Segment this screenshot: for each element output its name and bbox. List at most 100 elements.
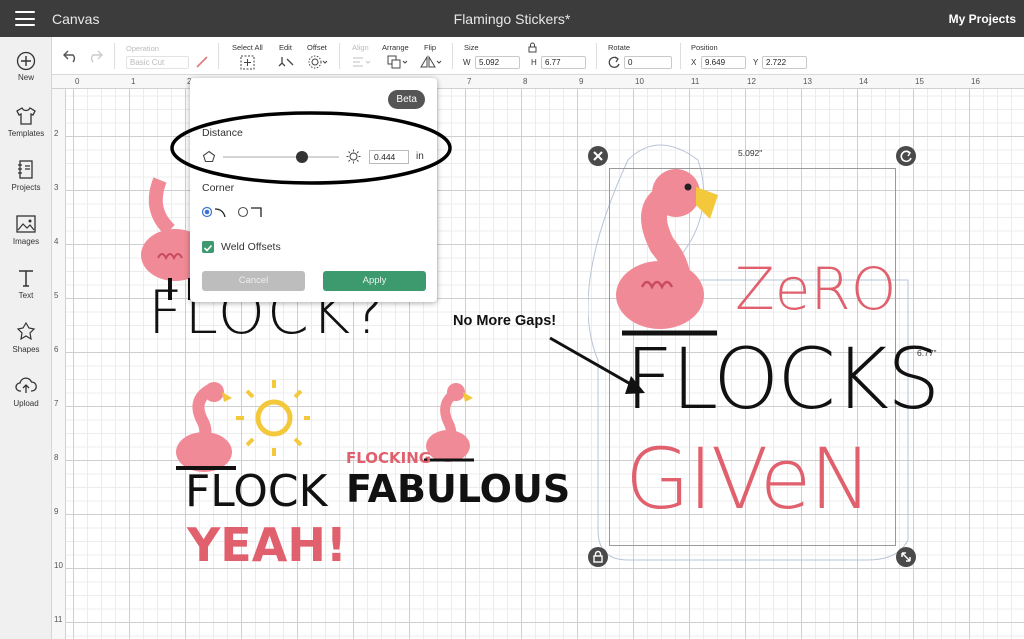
select-all-label: Select All (232, 43, 263, 52)
x-letter: X (691, 58, 697, 67)
resize-icon (901, 552, 911, 562)
sidebar-item-label: Projects (11, 183, 41, 192)
line-color-icon[interactable] (195, 55, 209, 69)
zero-text: ZeRO (735, 255, 897, 323)
y-letter: Y (753, 58, 759, 67)
sidebar-item-label: Shapes (12, 345, 40, 354)
sidebar-item-images[interactable]: Images (0, 213, 52, 246)
shapes-icon (16, 321, 36, 341)
ruler-tick-label: 11 (54, 615, 63, 624)
edit-label: Edit (279, 43, 292, 52)
rotate-handle[interactable] (896, 146, 916, 166)
highlight-ellipse (170, 111, 452, 185)
yeah-text: YEAH! (187, 518, 347, 572)
offset-icon[interactable] (308, 55, 328, 69)
sidebar-item-label: Images (12, 237, 40, 246)
ruler-tick-label: 12 (747, 77, 756, 86)
ruler-tick-label: 6 (54, 345, 59, 354)
ruler-tick-label: 9 (54, 507, 59, 516)
document-title: Flamingo Stickers* (453, 11, 571, 27)
ruler-tick-label: 16 (971, 77, 980, 86)
align-icon[interactable] (352, 56, 372, 68)
x-position-input[interactable]: 9.649 (701, 56, 746, 69)
corner-square-radio[interactable] (238, 205, 268, 219)
flip-icon[interactable] (420, 55, 442, 69)
ruler-tick-label: 1 (131, 77, 136, 86)
sidebar-item-shapes[interactable]: Shapes (0, 321, 52, 354)
text-icon (19, 270, 33, 287)
flocking-text: FLOCKING (346, 449, 432, 467)
cancel-button[interactable]: Cancel (202, 271, 305, 291)
position-label: Position (691, 43, 718, 52)
annotation-arrow (549, 336, 645, 394)
sidebar-item-label: Upload (13, 399, 39, 408)
sidebar-item-new[interactable]: New (0, 51, 52, 82)
rotate-icon[interactable] (608, 56, 621, 69)
ruler-tick-label: 0 (75, 77, 80, 86)
top-bar: Canvas Flamingo Stickers* My Projects (0, 0, 1024, 37)
offset-label: Offset (307, 43, 327, 52)
height-input[interactable]: 6.77 (541, 56, 586, 69)
flamingo-head (652, 169, 700, 217)
sidebar-item-label: New (17, 73, 34, 82)
ruler-tick-label: 8 (523, 77, 528, 86)
image-icon (16, 215, 36, 233)
rotate-input[interactable]: 0 (624, 56, 672, 69)
given-text: GIVeN (625, 430, 872, 528)
resize-handle[interactable] (896, 547, 916, 567)
ruler-tick-label: 5 (54, 291, 59, 300)
rotate-label: Rotate (608, 43, 631, 52)
close-icon (593, 151, 603, 161)
left-ruler: 2 3 4 5 6 7 8 9 10 11 (52, 89, 66, 639)
annotation-text: No More Gaps! (453, 313, 557, 329)
flamingo-zero-art (616, 169, 718, 336)
selection-width-label: 5.092" (738, 148, 763, 158)
ruler-tick-label: 3 (54, 183, 59, 192)
flamingo-head (204, 382, 224, 402)
plus-circle-icon (16, 51, 36, 71)
undo-icon[interactable] (63, 49, 79, 63)
corner-rounded-radio[interactable] (202, 205, 232, 219)
arrange-icon[interactable] (387, 55, 409, 69)
apply-button[interactable]: Apply (323, 271, 426, 291)
ruler-tick-label: 2 (54, 129, 59, 138)
flip-label: Flip (424, 43, 437, 52)
ruler-tick-label: 15 (915, 77, 924, 86)
lock-icon[interactable] (528, 42, 537, 53)
beak (696, 187, 718, 219)
edit-toolbar: Operation Basic Cut Select All Edit Offs… (52, 37, 1024, 75)
ruler-tick-label: 10 (635, 77, 644, 86)
delete-handle[interactable] (588, 146, 608, 166)
flock-text: FLOCK (185, 466, 328, 517)
weld-offsets-checkbox[interactable] (202, 241, 214, 253)
weld-offsets-label: Weld Offsets (221, 241, 281, 253)
ruler-tick-label: 7 (467, 77, 472, 86)
sidebar-item-projects[interactable]: Projects (0, 159, 52, 192)
edit-icon[interactable] (277, 55, 297, 69)
my-projects-link[interactable]: My Projects (949, 12, 1016, 26)
operation-select[interactable]: Basic Cut (126, 56, 189, 69)
sidebar-item-upload[interactable]: Upload (0, 375, 52, 408)
left-sidebar: New Templates Projects Images Text Shape… (0, 37, 52, 639)
sun-icon (255, 399, 293, 437)
flamingo-sun-art[interactable] (170, 378, 310, 478)
width-input[interactable]: 5.092 (475, 56, 520, 69)
operation-label: Operation (126, 44, 159, 53)
lock-handle[interactable] (588, 547, 608, 567)
ruler-tick-label: 13 (803, 77, 812, 86)
shirt-icon (16, 107, 36, 125)
size-label: Size (464, 43, 479, 52)
select-all-icon[interactable] (240, 55, 255, 70)
y-position-input[interactable]: 2.722 (762, 56, 807, 69)
ruler-tick-label: 9 (579, 77, 584, 86)
sidebar-item-text[interactable]: Text (0, 267, 52, 300)
sidebar-item-label: Templates (7, 129, 45, 138)
rotate-icon (900, 150, 912, 163)
lock-icon (593, 550, 603, 563)
sidebar-item-templates[interactable]: Templates (0, 105, 52, 138)
height-letter: H (531, 58, 537, 67)
ruler-tick-label: 4 (54, 237, 59, 246)
redo-icon[interactable] (87, 49, 103, 63)
width-letter: W (463, 58, 471, 67)
flocks-text: FLOCKS (625, 330, 940, 428)
